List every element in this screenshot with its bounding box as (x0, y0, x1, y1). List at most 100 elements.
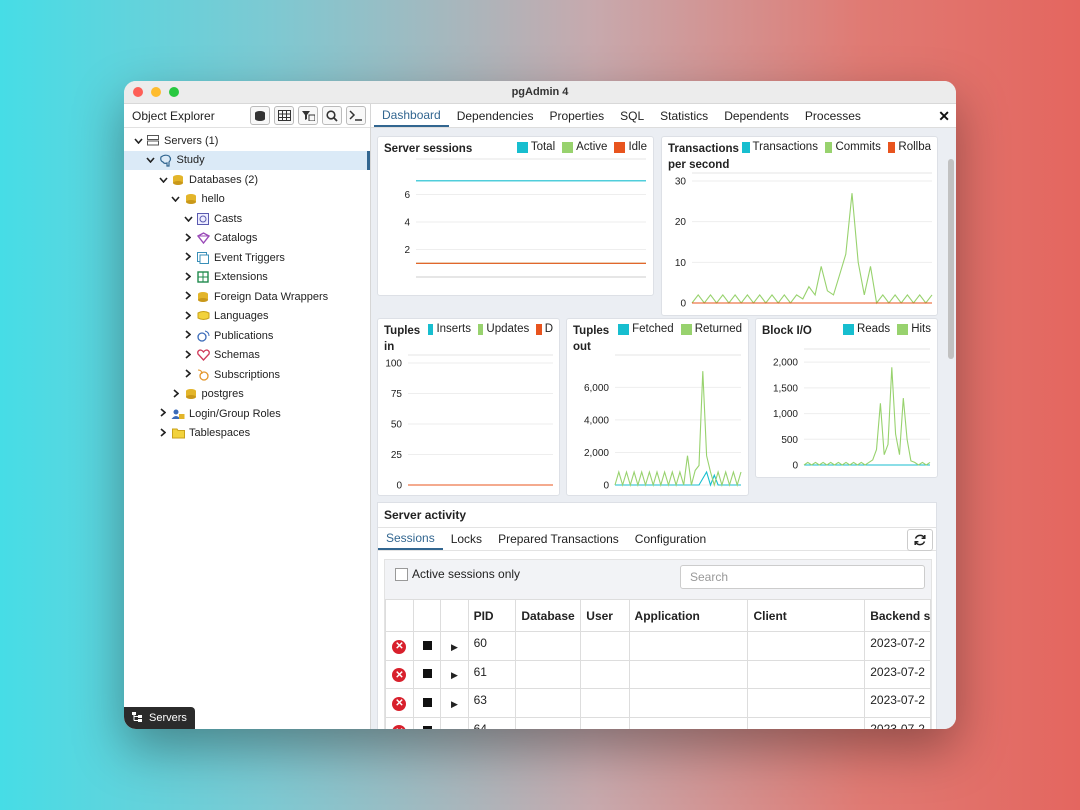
tree-item[interactable]: Foreign Data Wrappers (124, 287, 370, 307)
tree-item[interactable]: hello (124, 190, 370, 210)
chevron-down-icon[interactable] (132, 136, 144, 146)
terminal-icon[interactable] (346, 106, 366, 125)
tree-item[interactable]: Extensions (124, 268, 370, 288)
terminate-session-icon[interactable]: ✕ (392, 668, 407, 682)
tab-processes[interactable]: Processes (797, 104, 869, 127)
column-header[interactable] (385, 599, 414, 632)
chevron-right-icon[interactable] (182, 272, 194, 283)
terminate-session-icon[interactable]: ✕ (392, 725, 407, 729)
chevron-right-icon[interactable] (182, 233, 194, 244)
tree-item[interactable]: Publications (124, 326, 370, 346)
column-header[interactable]: PID (467, 599, 517, 632)
expand-row-icon[interactable]: ▶ (451, 699, 458, 709)
pid-cell: 61 (467, 659, 517, 689)
column-header[interactable]: Client (747, 599, 866, 632)
sessions-search-input[interactable]: Search (680, 565, 925, 589)
activity-tab-prepared-transactions[interactable]: Prepared Transactions (490, 528, 627, 550)
column-header[interactable] (440, 599, 469, 632)
expand-row-icon[interactable]: ▶ (451, 642, 458, 652)
tab-dashboard[interactable]: Dashboard (374, 104, 449, 127)
expand-row-icon[interactable]: ▶ (451, 670, 458, 680)
servers-status-tab[interactable]: Servers (124, 707, 195, 729)
chevron-right-icon[interactable] (157, 428, 169, 439)
checkbox-box[interactable] (395, 567, 408, 581)
tree-item[interactable]: Catalogs (124, 229, 370, 249)
object-explorer-panel: Object Explorer Servers (1) Study Databa… (124, 104, 371, 729)
cancel-query-icon[interactable] (422, 726, 432, 729)
table-row[interactable]: ✕ ▶ 63 2023-07-2 (385, 688, 931, 718)
filter-table-icon[interactable] (298, 106, 318, 125)
tree-item[interactable]: postgres (124, 385, 370, 405)
tree-item-label: Login/Group Roles (189, 407, 281, 420)
action-cell: ✕ (385, 716, 414, 729)
y-tick-label: 4 (404, 218, 410, 229)
chevron-right-icon[interactable] (170, 389, 182, 400)
chevron-right-icon[interactable] (182, 311, 194, 322)
pid-cell: 60 (467, 631, 517, 661)
tree-item[interactable]: Languages (124, 307, 370, 327)
maximize-window-button[interactable] (169, 87, 179, 97)
casts-icon (196, 212, 210, 225)
chevron-right-icon[interactable] (182, 350, 194, 361)
dashboard-scrollbar[interactable] (948, 159, 954, 359)
block-io-card: Block I/O Reads Hits 0 500 1,000 1,500 2,000 (755, 318, 938, 478)
table-icon[interactable] (274, 106, 294, 125)
tab-statistics[interactable]: Statistics (652, 104, 716, 127)
close-icon[interactable]: ✕ (938, 108, 950, 125)
tab-dependents[interactable]: Dependents (716, 104, 797, 127)
chevron-right-icon[interactable] (182, 252, 194, 263)
activity-tab-configuration[interactable]: Configuration (627, 528, 714, 550)
activity-tab-locks[interactable]: Locks (443, 528, 490, 550)
chevron-down-icon[interactable] (145, 155, 157, 165)
chevron-down-icon[interactable] (182, 214, 194, 224)
activity-tabs: Sessions Locks Prepared Transactions Config… (378, 527, 936, 551)
table-row[interactable]: ✕ ▶ 64 2023-07-2 (385, 716, 931, 729)
chevron-down-icon[interactable] (157, 175, 169, 185)
tree-item[interactable]: Subscriptions (124, 365, 370, 385)
empty-cell (628, 631, 749, 661)
cancel-query-icon[interactable] (422, 669, 432, 679)
column-header[interactable]: Database (515, 599, 582, 632)
cancel-query-icon[interactable] (422, 640, 432, 650)
terminate-session-icon[interactable]: ✕ (392, 696, 407, 711)
minimize-window-button[interactable] (151, 87, 161, 97)
tab-sql[interactable]: SQL (612, 104, 652, 127)
empty-cell (628, 688, 749, 718)
server-activity-title: Server activity (384, 508, 467, 522)
table-row[interactable]: ✕ ▶ 61 2023-07-2 (385, 659, 931, 689)
tree-item-label: hello (201, 193, 225, 206)
tree-item-label: Tablespaces (189, 427, 251, 440)
db-query-icon[interactable] (250, 106, 270, 125)
refresh-button[interactable] (907, 529, 933, 551)
activity-tab-sessions[interactable]: Sessions (378, 528, 443, 550)
column-header[interactable]: User (580, 599, 630, 632)
tree-item[interactable]: Databases (2) (124, 170, 370, 190)
column-header[interactable] (412, 599, 442, 632)
object-tree: Servers (1) Study Databases (2) hello Casts C… (124, 128, 370, 443)
cancel-query-icon[interactable] (422, 697, 432, 707)
close-window-button[interactable] (133, 87, 143, 97)
y-tick-label: 0 (792, 461, 798, 472)
column-header[interactable]: Application (628, 599, 749, 632)
tab-dependencies[interactable]: Dependencies (449, 104, 542, 127)
table-row[interactable]: ✕ ▶ 60 2023-07-2 (385, 631, 931, 661)
expand-row-icon[interactable]: ▶ (451, 727, 458, 729)
chevron-right-icon[interactable] (157, 408, 169, 419)
chevron-down-icon[interactable] (170, 194, 182, 204)
tree-item[interactable]: Casts (124, 209, 370, 229)
tree-item[interactable]: Schemas (124, 346, 370, 366)
tab-properties[interactable]: Properties (541, 104, 612, 127)
tree-item[interactable]: Servers (1) (124, 131, 370, 151)
chevron-right-icon[interactable] (182, 291, 194, 302)
terminate-session-icon[interactable]: ✕ (392, 639, 407, 654)
column-header[interactable]: Backend s (864, 599, 931, 632)
chevron-right-icon[interactable] (182, 369, 194, 380)
tree-item[interactable]: Study (124, 150, 370, 170)
tree-item[interactable]: Tablespaces (124, 424, 370, 444)
active-sessions-checkbox[interactable]: Active sessions only (395, 567, 520, 581)
chevron-right-icon[interactable] (182, 330, 194, 341)
tree-item[interactable]: Event Triggers (124, 248, 370, 268)
y-tick-label: 50 (391, 420, 403, 431)
tree-item[interactable]: Login/Group Roles (124, 404, 370, 424)
search-icon[interactable] (322, 106, 342, 125)
